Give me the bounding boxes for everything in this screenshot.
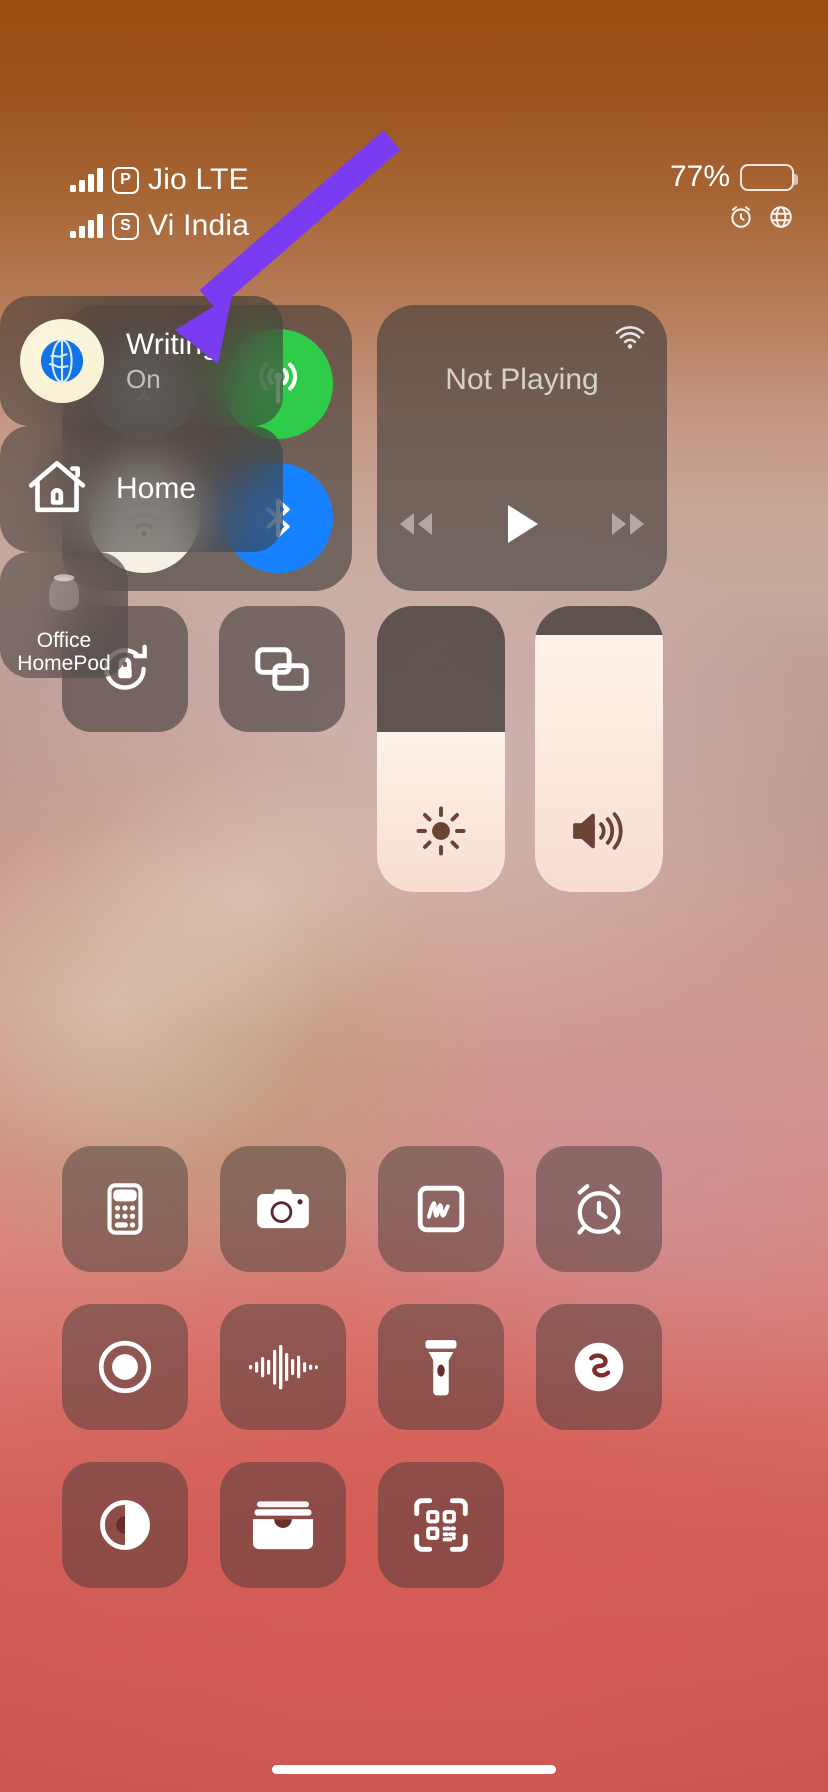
carrier-name-secondary: Vi India	[148, 209, 250, 242]
volume-icon	[569, 805, 629, 862]
dark-mode-button[interactable]	[62, 1462, 188, 1588]
wallet-button[interactable]	[220, 1462, 346, 1588]
signal-bars-icon	[70, 214, 103, 238]
sim-badge-primary: P	[112, 166, 139, 194]
screen-mirroring-button[interactable]	[219, 606, 345, 732]
focus-mode-tile[interactable]: Writing On	[0, 296, 283, 426]
house-icon	[24, 454, 90, 525]
app-shortcut-grid	[62, 1146, 672, 1588]
now-playing-title: Not Playing	[445, 363, 599, 396]
battery-icon	[740, 163, 798, 191]
focus-text: Writing On	[126, 328, 219, 395]
status-indicators	[728, 204, 794, 230]
timer-button[interactable]	[536, 1146, 662, 1272]
voice-memo-button[interactable]	[220, 1304, 346, 1430]
flashlight-button[interactable]	[378, 1304, 504, 1430]
play-button[interactable]	[504, 503, 540, 545]
screen-record-button[interactable]	[62, 1304, 188, 1430]
status-bar: P Jio LTE S Vi India 77%	[0, 0, 828, 268]
fast-forward-button[interactable]	[606, 509, 650, 539]
home-label: Home	[116, 472, 197, 505]
homepod-label-line1: Office	[36, 629, 92, 652]
camera-button[interactable]	[220, 1146, 346, 1272]
home-indicator	[272, 1765, 556, 1774]
alarm-icon	[728, 204, 754, 230]
status-bar-right: 77%	[669, 160, 798, 230]
carrier-name-primary: Jio LTE	[148, 163, 249, 196]
signal-bars-icon	[70, 168, 103, 192]
globe-icon	[768, 204, 794, 230]
battery-indicator: 77%	[669, 160, 798, 194]
homepod-tile[interactable]: Office HomePod	[0, 552, 128, 678]
brightness-slider[interactable]	[377, 606, 505, 892]
homepod-label-line2: HomePod	[17, 652, 111, 676]
focus-globe-icon	[20, 319, 104, 403]
battery-percent-label: 77%	[669, 160, 730, 193]
volume-slider[interactable]	[535, 606, 663, 892]
media-controls	[377, 503, 667, 545]
airplay-icon[interactable]	[613, 323, 647, 362]
brightness-icon	[415, 805, 467, 862]
home-tile[interactable]: Home	[0, 426, 283, 552]
homepod-label: Office HomePod	[17, 629, 110, 675]
calculator-button[interactable]	[62, 1146, 188, 1272]
control-center: Not Playing Writing On Home Office HomeP…	[0, 296, 828, 1792]
focus-name-label: Writing	[126, 327, 219, 361]
media-player-module[interactable]: Not Playing	[377, 305, 667, 591]
focus-state-label: On	[126, 363, 161, 394]
shazam-button[interactable]	[536, 1304, 662, 1430]
status-bar-left: P Jio LTE S Vi India	[70, 160, 249, 246]
homepod-icon	[36, 564, 92, 625]
carrier-row-primary: P Jio LTE	[70, 160, 249, 200]
qr-scanner-button[interactable]	[378, 1462, 504, 1588]
sim-badge-secondary: S	[112, 212, 139, 240]
rewind-button[interactable]	[394, 509, 438, 539]
quick-note-button[interactable]	[378, 1146, 504, 1272]
carrier-row-secondary: S Vi India	[70, 206, 249, 246]
